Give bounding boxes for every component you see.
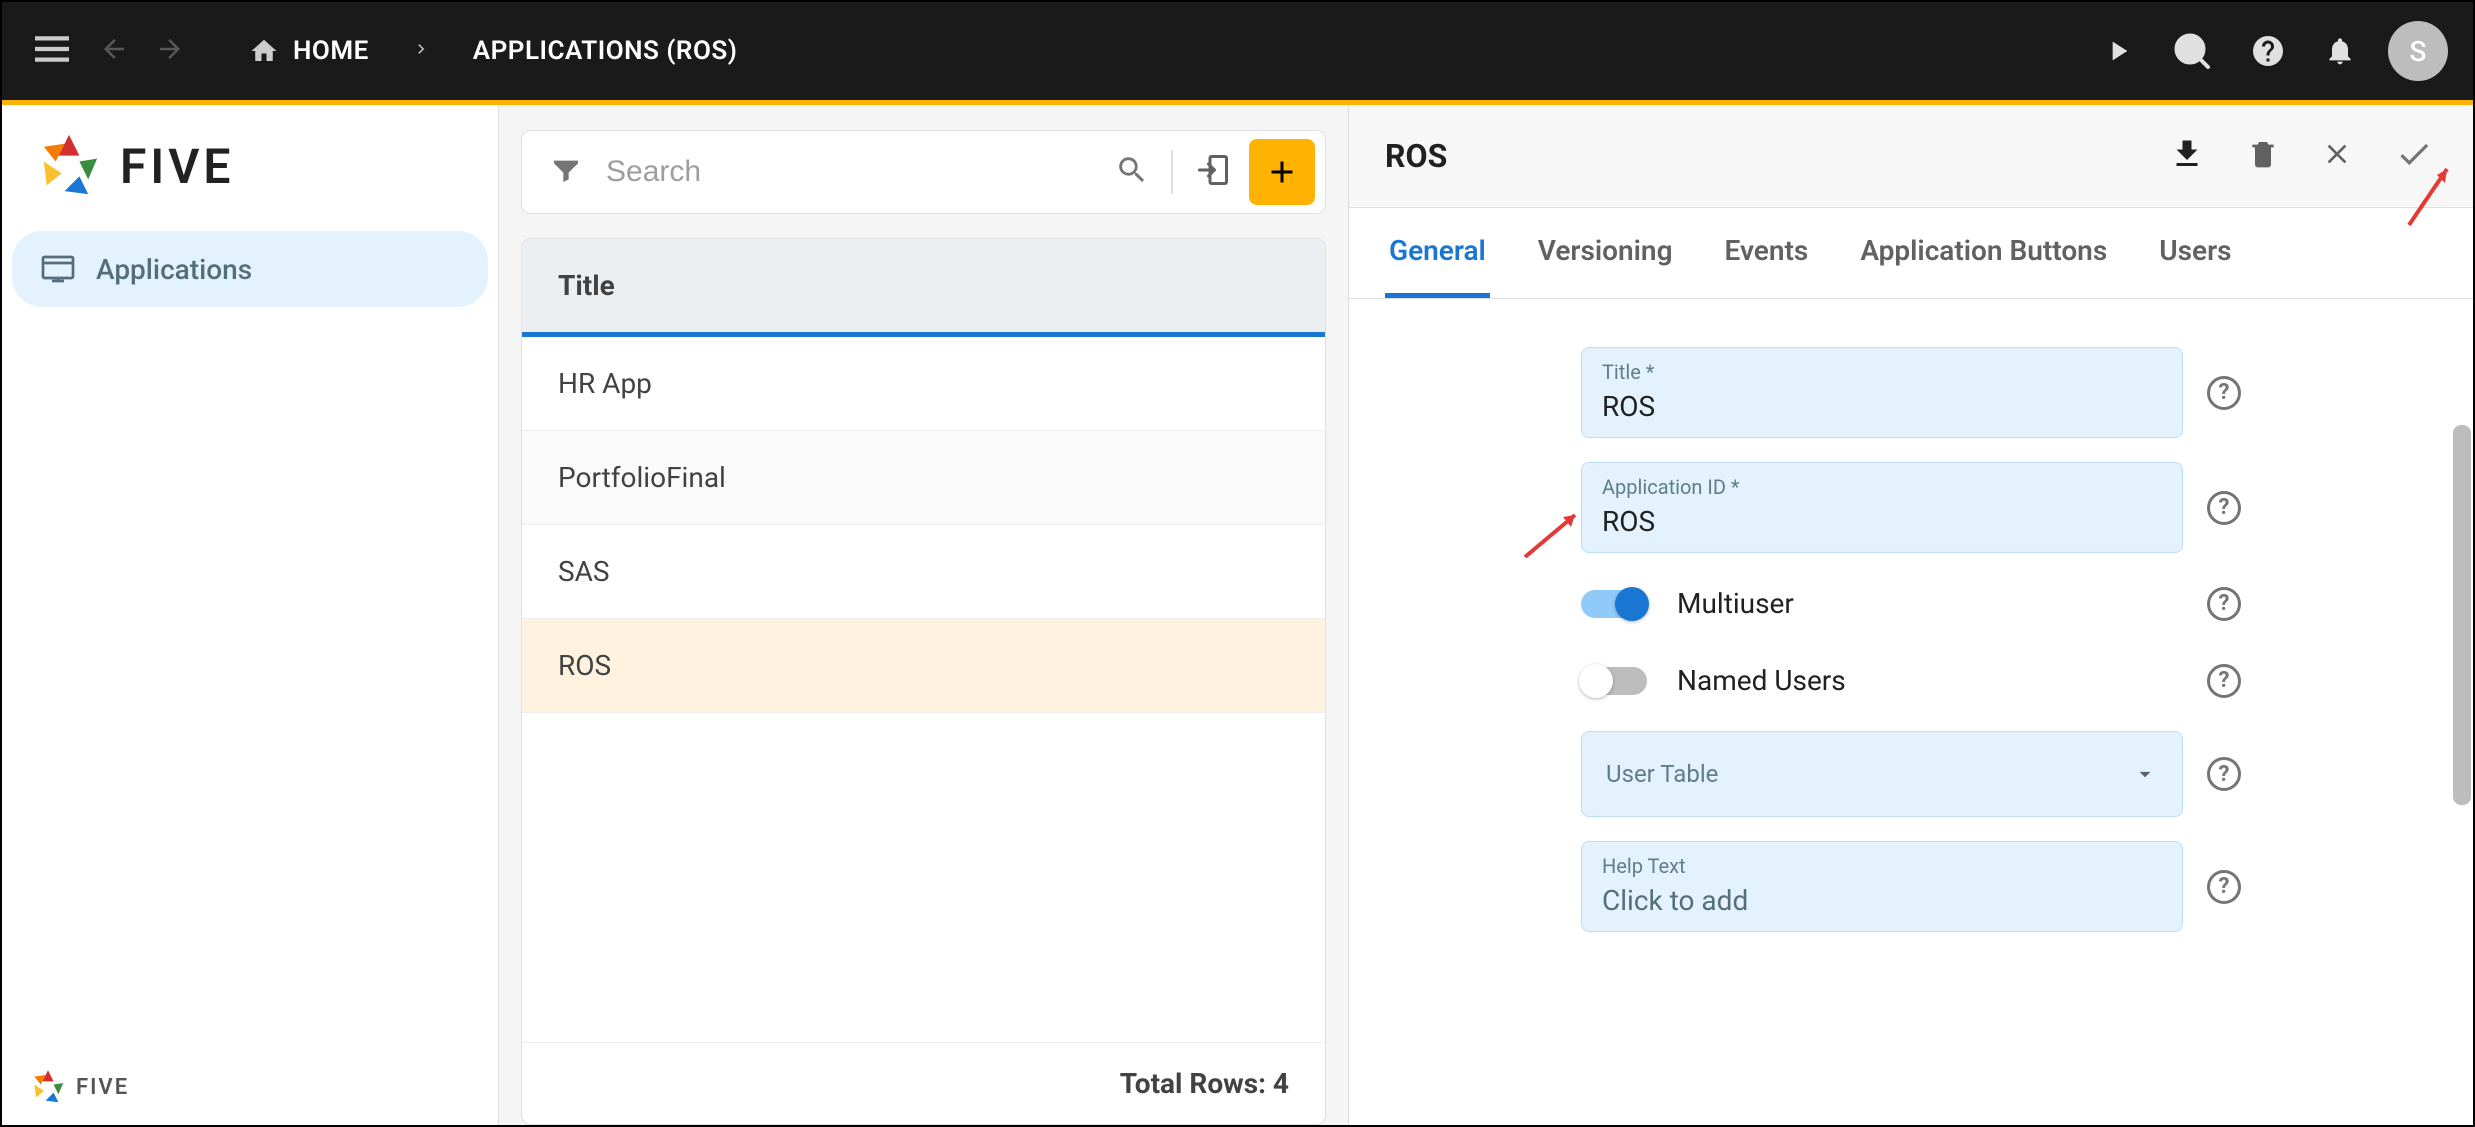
- sidebar-footer: FIVE: [2, 1049, 498, 1125]
- topbar-right: S: [2096, 21, 2448, 81]
- namedusers-label: Named Users: [1677, 664, 2183, 697]
- chevron-down-icon: [2132, 761, 2158, 787]
- sidebar-item-label: Applications: [96, 253, 252, 286]
- breadcrumb-home[interactable]: HOME: [237, 36, 381, 66]
- detail-title: ROS: [1385, 137, 1447, 175]
- brand-name-small: FIVE: [76, 1075, 129, 1100]
- middle-panel: Title HR App PortfolioFinal SAS ROS Tota…: [499, 105, 1349, 1125]
- user-avatar[interactable]: S: [2388, 21, 2448, 81]
- list-row[interactable]: HR App: [522, 337, 1325, 431]
- list-row[interactable]: PortfolioFinal: [522, 431, 1325, 525]
- brand-logo-small: FIVE: [28, 1067, 472, 1107]
- field-row-appid: Application ID * ROS ?: [1581, 462, 2241, 553]
- tab-events[interactable]: Events: [1721, 208, 1813, 298]
- appid-field-value: ROS: [1602, 505, 2162, 538]
- help-icon[interactable]: ?: [2207, 870, 2241, 904]
- search-bar: [521, 130, 1326, 214]
- tab-application-buttons[interactable]: Application Buttons: [1856, 208, 2111, 298]
- helptext-field-label: Help Text: [1602, 854, 2162, 878]
- helptext-field-value: Click to add: [1602, 884, 2162, 917]
- avatar-initial: S: [2410, 35, 2427, 68]
- title-field-label: Title *: [1602, 360, 2162, 384]
- usertable-field[interactable]: User Table: [1581, 731, 2183, 817]
- sidebar-item-applications[interactable]: Applications: [12, 231, 488, 307]
- form-column: Title * ROS ? Application ID * ROS ?: [1581, 347, 2241, 932]
- help-icon[interactable]: ?: [2207, 376, 2241, 410]
- add-button[interactable]: [1249, 139, 1315, 205]
- list-header-title[interactable]: Title: [522, 239, 1325, 337]
- run-button[interactable]: [2096, 29, 2140, 73]
- brand-logo-small-icon: [28, 1067, 68, 1107]
- applications-icon: [40, 251, 76, 287]
- help-icon[interactable]: ?: [2207, 664, 2241, 698]
- download-button[interactable]: [2165, 132, 2209, 180]
- breadcrumb-chevron-icon: [387, 39, 455, 63]
- detail-actions: [2165, 131, 2437, 181]
- topbar-left: HOME APPLICATIONS (ROS): [27, 24, 749, 78]
- close-button[interactable]: [2317, 134, 2357, 178]
- detail-header: ROS: [1349, 105, 2473, 208]
- brand-name: FIVE: [120, 138, 234, 195]
- help-icon[interactable]: ?: [2207, 491, 2241, 525]
- main-area: FIVE Applications FIVE: [2, 105, 2473, 1125]
- title-field[interactable]: Title * ROS: [1581, 347, 2183, 438]
- tab-general[interactable]: General: [1385, 208, 1490, 298]
- nav-forward-button: [145, 24, 195, 78]
- nav-back-button[interactable]: [89, 24, 139, 78]
- helptext-field[interactable]: Help Text Click to add: [1581, 841, 2183, 932]
- delete-button[interactable]: [2243, 134, 2283, 178]
- search-input[interactable]: [590, 155, 1103, 189]
- tab-users[interactable]: Users: [2155, 208, 2235, 298]
- divider: [1171, 150, 1173, 194]
- search-button[interactable]: [1103, 141, 1161, 203]
- namedusers-toggle[interactable]: [1581, 667, 1647, 695]
- logo-area: FIVE: [2, 105, 498, 227]
- appid-field-label: Application ID *: [1602, 475, 2162, 499]
- save-button[interactable]: [2391, 131, 2437, 181]
- title-field-value: ROS: [1602, 390, 2162, 423]
- field-row-multiuser: Multiuser ?: [1581, 577, 2241, 630]
- inspect-button[interactable]: [2166, 25, 2218, 77]
- list-row[interactable]: SAS: [522, 525, 1325, 619]
- multiuser-toggle[interactable]: [1581, 590, 1647, 618]
- breadcrumb-applications-label: APPLICATIONS (ROS): [473, 36, 738, 66]
- brand-logo: FIVE: [32, 129, 468, 203]
- breadcrumb-applications[interactable]: APPLICATIONS (ROS): [461, 36, 750, 66]
- tab-versioning[interactable]: Versioning: [1534, 208, 1677, 298]
- scrollbar[interactable]: [2453, 425, 2471, 805]
- right-panel: ROS General Versioning Events Appli: [1349, 105, 2473, 1125]
- field-row-title: Title * ROS ?: [1581, 347, 2241, 438]
- multiuser-label: Multiuser: [1677, 587, 2183, 620]
- breadcrumb-home-label: HOME: [293, 36, 369, 66]
- import-button[interactable]: [1183, 140, 1243, 204]
- field-row-namedusers: Named Users ?: [1581, 654, 2241, 707]
- field-row-helptext: Help Text Click to add ?: [1581, 841, 2241, 932]
- form-body: Title * ROS ? Application ID * ROS ?: [1349, 299, 2473, 932]
- list-footer-total: Total Rows: 4: [522, 1042, 1325, 1124]
- detail-tabs: General Versioning Events Application Bu…: [1349, 208, 2473, 299]
- appid-field[interactable]: Application ID * ROS: [1581, 462, 2183, 553]
- list-row-selected[interactable]: ROS: [522, 619, 1325, 713]
- brand-logo-icon: [32, 129, 106, 203]
- top-bar: HOME APPLICATIONS (ROS) S: [2, 2, 2473, 100]
- hamburger-menu-button[interactable]: [27, 27, 83, 75]
- plus-icon: [1264, 154, 1300, 190]
- list-box: Title HR App PortfolioFinal SAS ROS Tota…: [521, 238, 1326, 1125]
- help-icon[interactable]: ?: [2207, 757, 2241, 791]
- notifications-button[interactable]: [2318, 29, 2362, 73]
- help-icon[interactable]: ?: [2207, 587, 2241, 621]
- help-button[interactable]: [2244, 27, 2292, 75]
- field-row-usertable: User Table ?: [1581, 731, 2241, 817]
- usertable-field-label: User Table: [1606, 760, 1718, 788]
- left-sidebar: FIVE Applications FIVE: [2, 105, 499, 1125]
- filter-button[interactable]: [542, 146, 590, 198]
